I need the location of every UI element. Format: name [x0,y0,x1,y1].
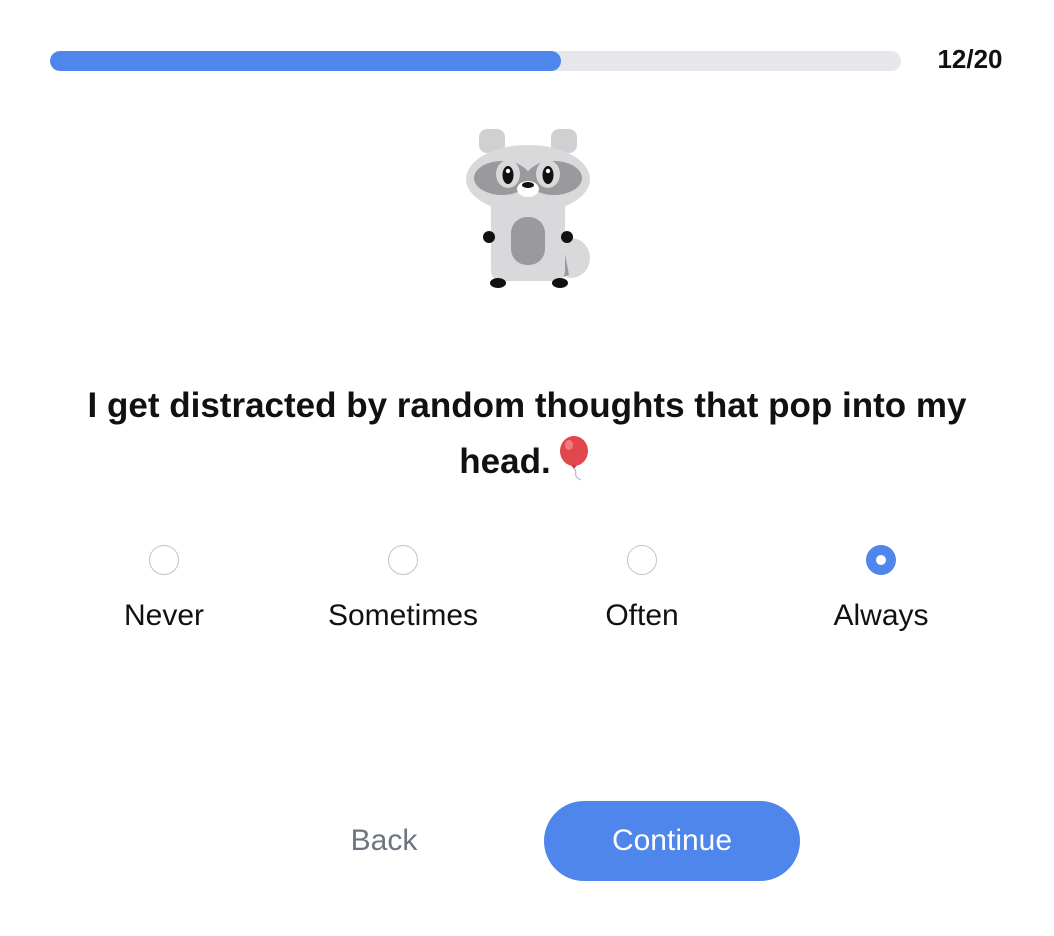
option-sometimes[interactable]: Sometimes [293,540,513,633]
progress-counter: 12/20 [937,44,1003,74]
radio-sometimes[interactable] [388,545,418,575]
option-label-never: Never [123,599,205,632]
option-label-sometimes: Sometimes [327,599,479,632]
radio-often[interactable] [627,545,657,575]
quiz-page: 12/20 I get distracted by random thought… [0,0,1054,936]
progress-bar-fill [50,51,561,71]
option-label-often: Often [605,599,679,632]
answer-options: Never Sometimes Often Always [0,540,1054,650]
radio-never[interactable] [149,545,179,575]
option-label-always: Always [833,599,929,632]
option-often[interactable]: Often [532,540,752,633]
option-always[interactable]: Always [771,540,991,633]
question-label: I get distracted by random thoughts that… [87,386,967,481]
option-never[interactable]: Never [54,540,274,633]
radio-always[interactable] [866,545,896,575]
raccoon-icon [466,129,590,288]
question-text: I get distracted by random thoughts that… [60,378,994,490]
back-button[interactable]: Back [324,810,444,872]
continue-button[interactable]: Continue [544,801,800,881]
balloon-icon [559,436,588,481]
progress-bar [50,51,901,71]
